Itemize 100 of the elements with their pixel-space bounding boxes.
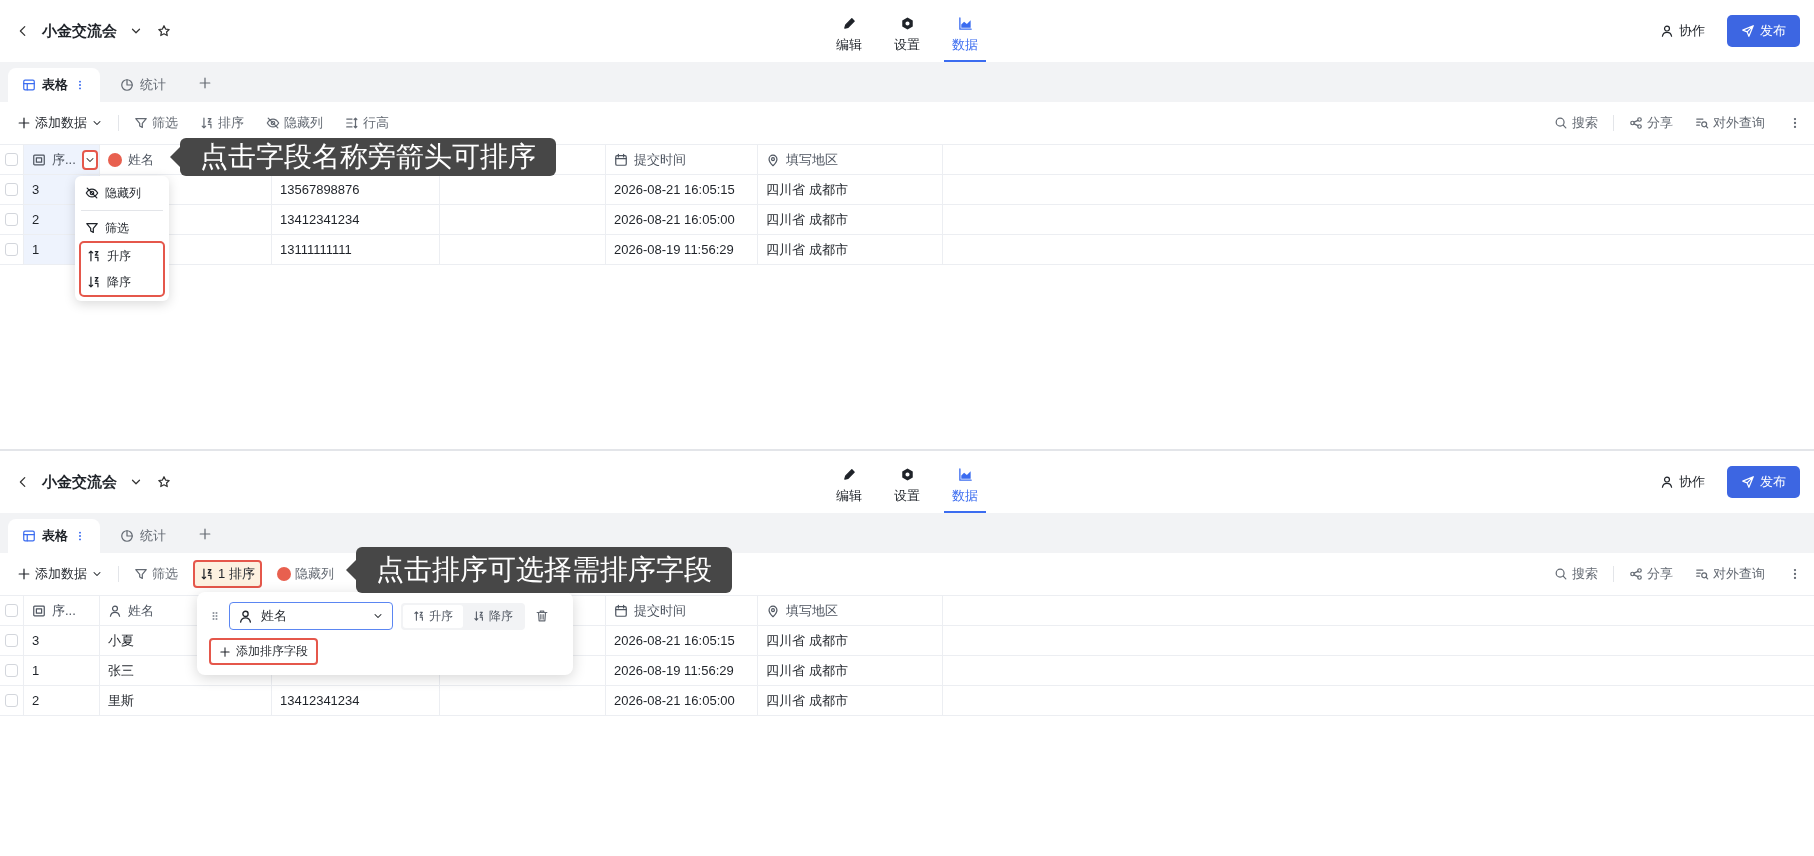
toolbar-button[interactable]: 1 排序 xyxy=(193,560,262,588)
table-cell: 四川省 成都市 xyxy=(766,631,848,650)
table-cell: 四川省 成都市 xyxy=(766,661,848,680)
toolbar-button[interactable]: 对外查询 xyxy=(1688,109,1772,137)
nav-tab[interactable]: 设置 xyxy=(886,467,928,513)
star-icon xyxy=(157,475,171,489)
table-cell: 2026-08-21 16:05:00 xyxy=(614,693,735,708)
table-cell: 里斯 xyxy=(108,691,134,710)
table-cell: 2026-08-19 11:56:29 xyxy=(614,663,734,678)
toolbar-button[interactable]: 行高 xyxy=(338,109,396,137)
eye-off-icon xyxy=(266,116,280,130)
sort-descending-icon xyxy=(87,275,101,289)
pencil-icon xyxy=(841,467,857,482)
row-height-icon xyxy=(345,116,359,130)
form-title: 小金交流会 xyxy=(42,472,117,492)
column-title: 填写地区 xyxy=(786,150,838,169)
share-icon xyxy=(1629,567,1643,581)
toolbar-button[interactable]: 筛选 xyxy=(127,560,185,588)
row-checkbox[interactable] xyxy=(5,694,18,707)
table-cell: 1 xyxy=(32,242,40,257)
toolbar-button[interactable]: 隐藏列 xyxy=(269,560,341,588)
menu-item[interactable]: 升序 xyxy=(81,243,163,269)
row-checkbox[interactable] xyxy=(5,183,18,196)
gear-icon xyxy=(899,16,915,31)
toolbar-button[interactable]: 分享 xyxy=(1622,560,1680,588)
search-icon xyxy=(1554,116,1568,130)
table-cell: 13567898876 xyxy=(280,182,360,197)
table-cell: 13111111111 xyxy=(280,242,352,257)
chart-icon xyxy=(957,467,973,482)
sort-ascending-icon xyxy=(87,249,101,263)
column-title: 序... xyxy=(52,601,76,620)
toolbar-button[interactable]: 对外查询 xyxy=(1688,560,1772,588)
toolbar-button[interactable]: 添加数据 xyxy=(10,109,110,137)
select-all-checkbox[interactable] xyxy=(5,153,18,166)
toolbar-button[interactable]: 排序 xyxy=(193,109,251,137)
collaborate-button[interactable]: 协作 xyxy=(1656,469,1709,495)
sheet-tab[interactable]: 表格 xyxy=(8,68,100,102)
plus-icon xyxy=(17,567,31,581)
calendar-icon xyxy=(614,603,628,618)
plus-icon xyxy=(198,527,212,541)
table-cell: 2026-08-21 16:05:00 xyxy=(614,212,735,227)
pencil-icon xyxy=(841,16,857,31)
nav-tab[interactable]: 编辑 xyxy=(828,467,870,513)
nav-tab[interactable]: 设置 xyxy=(886,16,928,62)
user-icon xyxy=(108,603,122,618)
publish-button[interactable]: 发布 xyxy=(1727,15,1800,47)
table-cell: 3 xyxy=(32,633,40,648)
star-icon xyxy=(157,24,171,38)
sort-field-select[interactable]: 姓名 xyxy=(229,602,393,630)
table-cell: 张三 xyxy=(108,661,134,680)
send-icon xyxy=(1741,24,1755,38)
toolbar-button[interactable]: 添加数据 xyxy=(10,560,110,588)
sheet-tab[interactable]: 表格 xyxy=(8,519,100,553)
collaborate-button[interactable]: 协作 xyxy=(1656,18,1709,44)
table-cell: 13412341234 xyxy=(280,693,360,708)
row-checkbox[interactable] xyxy=(5,213,18,226)
callout-tooltip: 点击字段名称旁箭头可排序 xyxy=(170,138,556,176)
eye-off-icon xyxy=(85,186,99,200)
column-title: 填写地区 xyxy=(786,601,838,620)
table-cell: 四川省 成都市 xyxy=(766,180,848,199)
column-title: 提交时间 xyxy=(634,150,686,169)
column-dropdown-button[interactable] xyxy=(81,149,98,170)
sort-order-option[interactable]: 降序 xyxy=(463,604,523,628)
sheet-tab[interactable]: 统计 xyxy=(106,519,180,553)
column-title: 提交时间 xyxy=(634,601,686,620)
row-checkbox[interactable] xyxy=(5,243,18,256)
sheet-tab[interactable]: 统计 xyxy=(106,68,180,102)
toolbar-button[interactable]: 筛选 xyxy=(127,109,185,137)
table-cell: 四川省 成都市 xyxy=(766,240,848,259)
publish-button[interactable]: 发布 xyxy=(1727,466,1800,498)
menu-item[interactable]: 筛选 xyxy=(79,215,165,241)
nav-tab[interactable]: 编辑 xyxy=(828,16,870,62)
row-checkbox[interactable] xyxy=(5,634,18,647)
trash-icon xyxy=(535,609,549,623)
plus-icon xyxy=(219,645,231,658)
user-icon xyxy=(1660,475,1674,489)
column-title: 姓名 xyxy=(128,150,154,169)
sort-ascending-icon xyxy=(413,610,425,622)
toolbar-button[interactable]: 隐藏列 xyxy=(259,109,330,137)
user-icon xyxy=(1660,24,1674,38)
plus-icon xyxy=(198,76,212,90)
sort-descending-icon xyxy=(473,610,485,622)
pie-chart-icon xyxy=(120,529,134,543)
calendar-icon xyxy=(614,152,628,167)
sort-icon xyxy=(200,116,214,130)
table-cell: 2 xyxy=(32,212,40,227)
select-all-checkbox[interactable] xyxy=(5,604,18,617)
menu-item[interactable]: 降序 xyxy=(81,269,163,295)
toolbar-button[interactable]: 分享 xyxy=(1622,109,1680,137)
user-icon xyxy=(238,608,253,624)
search-icon xyxy=(1554,567,1568,581)
toolbar-button[interactable]: 搜索 xyxy=(1547,109,1605,137)
menu-item[interactable]: 隐藏列 xyxy=(79,180,165,206)
row-checkbox[interactable] xyxy=(5,664,18,677)
table-cell: 2 xyxy=(32,693,40,708)
table-cell: 2026-08-21 16:05:15 xyxy=(614,633,735,648)
toolbar-button[interactable]: 搜索 xyxy=(1547,560,1605,588)
location-pin-icon xyxy=(766,152,780,167)
sort-order-option[interactable]: 升序 xyxy=(403,604,463,628)
add-sort-field-button[interactable]: 添加排序字段 xyxy=(209,638,318,665)
